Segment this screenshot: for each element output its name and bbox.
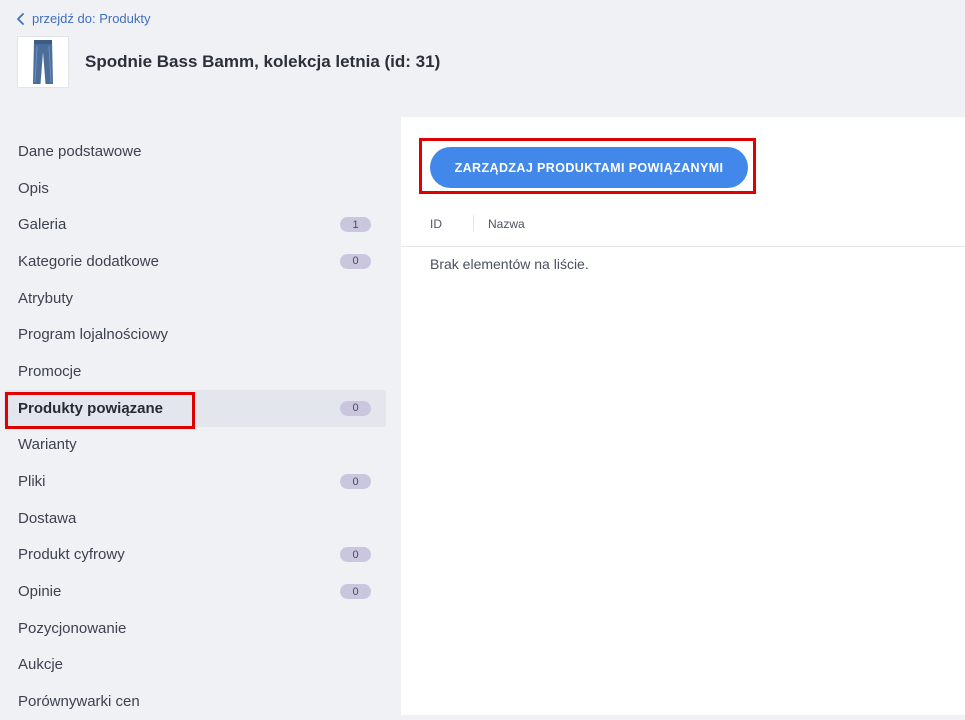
sidebar-item-label: Pozycjonowanie bbox=[18, 619, 127, 637]
sidebar-item-label: Atrybuty bbox=[18, 289, 74, 307]
sidebar-item-label: Aukcje bbox=[18, 656, 64, 674]
empty-list-message: Brak elementów na liście. bbox=[430, 256, 589, 272]
sidebar-item-label: Kategorie dodatkowe bbox=[18, 252, 159, 270]
sidebar-item-produkt-cyfrowy[interactable]: Produkt cyfrowy 0 bbox=[0, 537, 400, 574]
sidebar-item-promocje[interactable]: Promocje bbox=[0, 353, 400, 390]
sidebar-item-pliki[interactable]: Pliki 0 bbox=[0, 463, 400, 500]
sidebar-item-porownywarki-cen[interactable]: Porównywarki cen bbox=[0, 683, 400, 720]
breadcrumb-label: przejdź do: Produkty bbox=[32, 11, 151, 26]
sidebar-item-label: Galeria bbox=[18, 216, 67, 234]
main-panel: ZARZĄDZAJ PRODUKTAMI POWIĄZANYMI ID Nazw… bbox=[401, 117, 965, 715]
sidebar-item-opis[interactable]: Opis bbox=[0, 170, 400, 207]
sidebar-item-label: Program lojalnościowy bbox=[18, 326, 169, 344]
sidebar-item-program-lojalnosciowy[interactable]: Program lojalnościowy bbox=[0, 316, 400, 353]
column-header-name[interactable]: Nazwa bbox=[488, 217, 525, 231]
sidebar-item-aukcje[interactable]: Aukcje bbox=[0, 647, 400, 684]
sidebar-item-label: Opinie bbox=[18, 583, 62, 601]
sidebar-item-label: Porównywarki cen bbox=[18, 693, 140, 711]
sidebar-item-label: Produkt cyfrowy bbox=[18, 546, 125, 564]
column-header-id[interactable]: ID bbox=[430, 217, 442, 231]
sidebar-item-kategorie-dodatkowe[interactable]: Kategorie dodatkowe 0 bbox=[0, 243, 400, 280]
sidebar-item-pozycjonowanie[interactable]: Pozycjonowanie bbox=[0, 610, 400, 647]
sidebar-item-label: Dane podstawowe bbox=[18, 142, 142, 160]
sidebar-item-galeria[interactable]: Galeria 1 bbox=[0, 206, 400, 243]
chevron-left-icon bbox=[17, 12, 24, 25]
count-badge: 1 bbox=[340, 217, 371, 233]
sidebar-item-label: Produkty powiązane bbox=[18, 399, 164, 417]
count-badge: 0 bbox=[340, 584, 371, 600]
sidebar-item-label: Pliki bbox=[18, 473, 46, 491]
sidebar-item-produkty-powiazane[interactable]: Produkty powiązane 0 bbox=[4, 389, 386, 427]
count-badge: 0 bbox=[340, 547, 371, 563]
sidebar-item-opinie[interactable]: Opinie 0 bbox=[0, 573, 400, 610]
sidebar-item-label: Promocje bbox=[18, 362, 82, 380]
breadcrumb[interactable]: przejdź do: Produkty bbox=[16, 11, 151, 26]
page-title: Spodnie Bass Bamm, kolekcja letnia (id: … bbox=[85, 52, 441, 71]
column-divider bbox=[473, 215, 474, 231]
table-header: ID Nazwa bbox=[401, 214, 965, 247]
sidebar-nav: Dane podstawowe Opis Galeria 1 Kategorie dod… bbox=[0, 133, 400, 720]
sidebar-item-label: Warianty bbox=[18, 436, 77, 454]
jeans-thumbnail bbox=[33, 40, 53, 84]
sidebar-item-label: Opis bbox=[18, 179, 49, 197]
product-thumbnail bbox=[17, 36, 69, 88]
sidebar-item-label: Dostawa bbox=[18, 509, 77, 527]
sidebar-item-atrybuty[interactable]: Atrybuty bbox=[0, 280, 400, 317]
count-badge: 0 bbox=[340, 253, 371, 269]
sidebar-item-dane-podstawowe[interactable]: Dane podstawowe bbox=[0, 133, 400, 170]
manage-related-products-button[interactable]: ZARZĄDZAJ PRODUKTAMI POWIĄZANYMI bbox=[430, 147, 748, 188]
count-badge: 0 bbox=[340, 474, 371, 490]
count-badge: 0 bbox=[340, 400, 371, 416]
sidebar-item-warianty[interactable]: Warianty bbox=[0, 427, 400, 464]
sidebar-item-dostawa[interactable]: Dostawa bbox=[0, 500, 400, 537]
